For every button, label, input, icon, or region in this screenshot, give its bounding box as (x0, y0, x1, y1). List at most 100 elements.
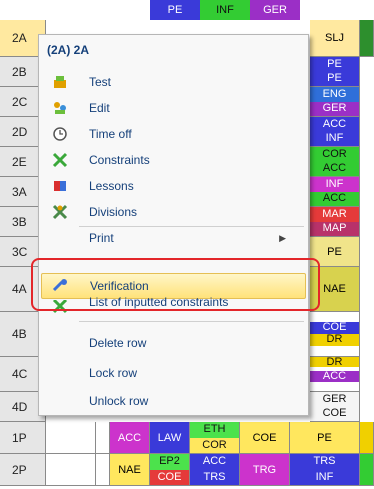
cell-edge (360, 422, 374, 454)
cell-1p-empty[interactable] (46, 422, 96, 454)
menu-item-label: Print (89, 231, 114, 245)
cell-2p-trg[interactable]: TRG (240, 454, 290, 486)
cell-2c[interactable]: ENG GER (310, 87, 360, 117)
cell-text: PE (310, 71, 359, 86)
cell-text: INF (310, 177, 359, 192)
cell-2a-slj[interactable]: SLJ (310, 20, 360, 57)
cell-text: TRS (290, 454, 359, 470)
cell-text: DR (310, 357, 359, 367)
cell-text: NAE (118, 463, 141, 476)
row-label: 4B (12, 327, 27, 341)
menu-item-lessons[interactable]: Lessons (41, 173, 306, 199)
cell-text: MAR (310, 207, 359, 222)
menu-item-time-off[interactable]: Time off (41, 121, 306, 147)
cell-2p-acc[interactable]: ACC TRS (190, 454, 240, 486)
menu-item-label: Edit (89, 101, 110, 115)
menu-title: (2A) 2A (47, 43, 90, 57)
menu-item-constraints[interactable]: Constraints (41, 147, 306, 173)
menu-item-test[interactable]: Test (41, 69, 306, 95)
cell-3a[interactable]: INF ACC (310, 177, 360, 207)
cell-2p-trs[interactable]: TRS INF (290, 454, 360, 486)
cell-top-ger[interactable]: GER (250, 0, 300, 20)
row-label: 2B (12, 64, 27, 79)
menu-item-edit[interactable]: Edit (41, 95, 306, 121)
row-label: 3B (12, 214, 27, 229)
cell-text: COE (310, 322, 359, 334)
cell-1p-coe[interactable]: COE (240, 422, 290, 454)
row-label: 4C (12, 367, 28, 381)
menu-item-delete-row[interactable]: Delete row (41, 330, 306, 356)
row-label: 3A (12, 184, 27, 199)
cell-text: PE (310, 57, 359, 72)
row-label: 2E (12, 154, 27, 169)
row-label: 2C (12, 94, 28, 109)
cell-text: COE (310, 406, 359, 421)
cell-2p-empty[interactable] (46, 454, 96, 486)
cell-2p-ep2[interactable]: EP2 COE (150, 454, 190, 486)
cell-text: PE (317, 431, 332, 444)
submenu-arrow-icon: ▶ (279, 232, 286, 243)
menu-item-label: Lessons (89, 179, 134, 193)
menu-item-label: Unlock row (89, 394, 149, 408)
cell-1p-pe[interactable]: PE (290, 422, 360, 454)
cell-4b[interactable]: COE DR (310, 312, 360, 357)
clock-icon (51, 125, 69, 143)
menu-item-label: Test (89, 75, 112, 89)
cell-1p-law[interactable]: LAW (150, 422, 190, 454)
menu-item-divisions[interactable]: Divisions (41, 199, 306, 225)
cell-text: TRS (190, 469, 239, 485)
cell-1p-gap (96, 422, 110, 454)
cell-text: ETH (190, 422, 239, 438)
edit-icon (51, 99, 69, 117)
cell-2e[interactable]: COR ACC (310, 147, 360, 177)
cell-text: COR (310, 147, 359, 162)
cell-text: GER (310, 101, 359, 116)
cell-2p-nae[interactable]: NAE (110, 454, 150, 486)
cell-text: INF (216, 3, 234, 16)
cell-text: INF (310, 131, 359, 146)
cell-text: INF (290, 469, 359, 485)
cell-3b[interactable]: MAR MAP (310, 207, 360, 237)
cell-4c[interactable]: DR ACC (310, 357, 360, 392)
cell-text: NAE (323, 283, 346, 295)
cell-text: DR (310, 334, 359, 346)
cell-top-inf[interactable]: INF (200, 0, 250, 20)
cell-text: PE (327, 245, 342, 258)
cell-4d[interactable]: GER COE (310, 392, 360, 422)
row-label: 2D (12, 124, 28, 139)
cell-text: COE (150, 469, 189, 485)
menu-item-print[interactable]: Print ▶ (41, 229, 306, 247)
menu-separator (79, 226, 304, 227)
cell-text: ENG (310, 87, 359, 102)
menu-item-label: Delete row (89, 336, 147, 350)
cell-top-pe[interactable]: PE (150, 0, 200, 20)
annotation-highlight-box (31, 258, 320, 311)
cell-text: ACC (310, 191, 359, 206)
cell-text: ACC (190, 454, 239, 470)
row-label: 2P (12, 462, 27, 477)
menu-item-unlock-row[interactable]: Unlock row (41, 388, 306, 414)
cell-text: COR (190, 437, 239, 453)
test-icon (51, 73, 69, 91)
menu-item-label: Constraints (89, 153, 150, 167)
context-menu: (2A) 2A Test Edit Time off Constraints L… (38, 34, 309, 416)
cell-text: MAP (310, 221, 359, 236)
cell-text: GER (310, 392, 359, 407)
menu-item-label: Time off (89, 127, 132, 141)
row-header-1p[interactable]: 1P (0, 422, 46, 454)
cell-2b[interactable]: PE PE (310, 57, 360, 87)
cell-1p-acc[interactable]: ACC (110, 422, 150, 454)
divisions-icon (51, 203, 69, 221)
row-label: 2A (12, 31, 27, 45)
cell-text: TRG (252, 463, 277, 476)
cell-text: LAW (157, 431, 182, 444)
menu-item-lock-row[interactable]: Lock row (41, 360, 306, 386)
row-label: 1P (12, 430, 27, 445)
cell-1p-eth[interactable]: ETH COR (190, 422, 240, 454)
row-label: 4D (12, 399, 28, 414)
cell-edge (360, 20, 374, 57)
cell-2d[interactable]: ACC INF (310, 117, 360, 147)
cell-edge (360, 454, 374, 486)
cell-text: EP2 (150, 454, 189, 470)
row-header-2p[interactable]: 2P (0, 454, 46, 486)
